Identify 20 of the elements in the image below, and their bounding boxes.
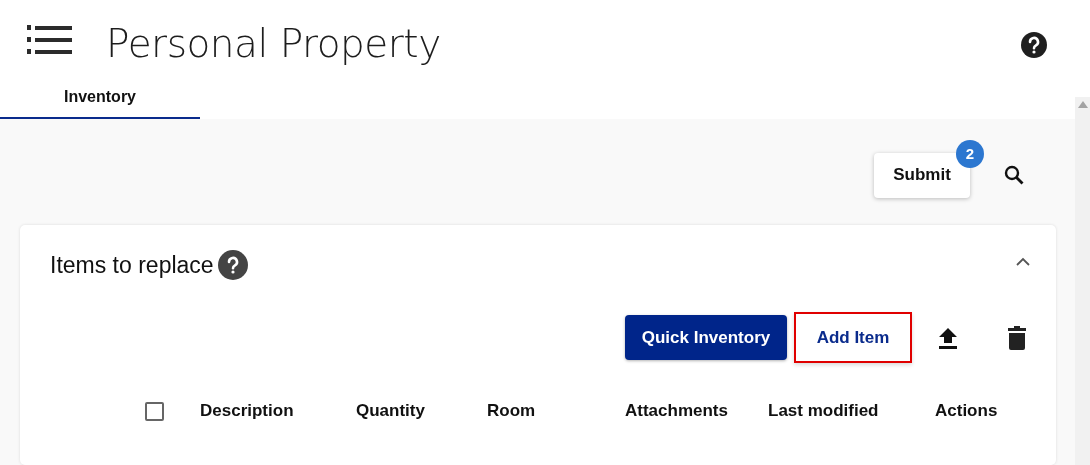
add-item-button[interactable]: Add Item [794, 312, 912, 363]
scrollbar[interactable] [1075, 97, 1090, 465]
help-icon[interactable] [217, 250, 248, 280]
page-title: Personal Property [106, 21, 441, 66]
column-header: Attachments [625, 401, 729, 421]
search-icon[interactable] [1002, 163, 1026, 187]
list-icon[interactable] [26, 24, 72, 56]
trash-icon[interactable] [1008, 325, 1026, 350]
column-header: Last modified [768, 401, 880, 421]
column-header: Actions [935, 401, 999, 421]
collapse-icon[interactable] [1016, 257, 1030, 267]
help-icon[interactable] [1021, 32, 1047, 58]
column-header: Description [200, 401, 295, 421]
column-header: Quantity [356, 401, 426, 421]
column-header: Room [487, 401, 537, 421]
select-all-checkbox[interactable] [145, 401, 164, 421]
upload-icon[interactable] [938, 326, 958, 349]
count-badge: 2 [956, 139, 984, 168]
card-title: Items to replace [50, 251, 214, 279]
quick-inventory-button[interactable]: Quick Inventory [625, 315, 787, 360]
